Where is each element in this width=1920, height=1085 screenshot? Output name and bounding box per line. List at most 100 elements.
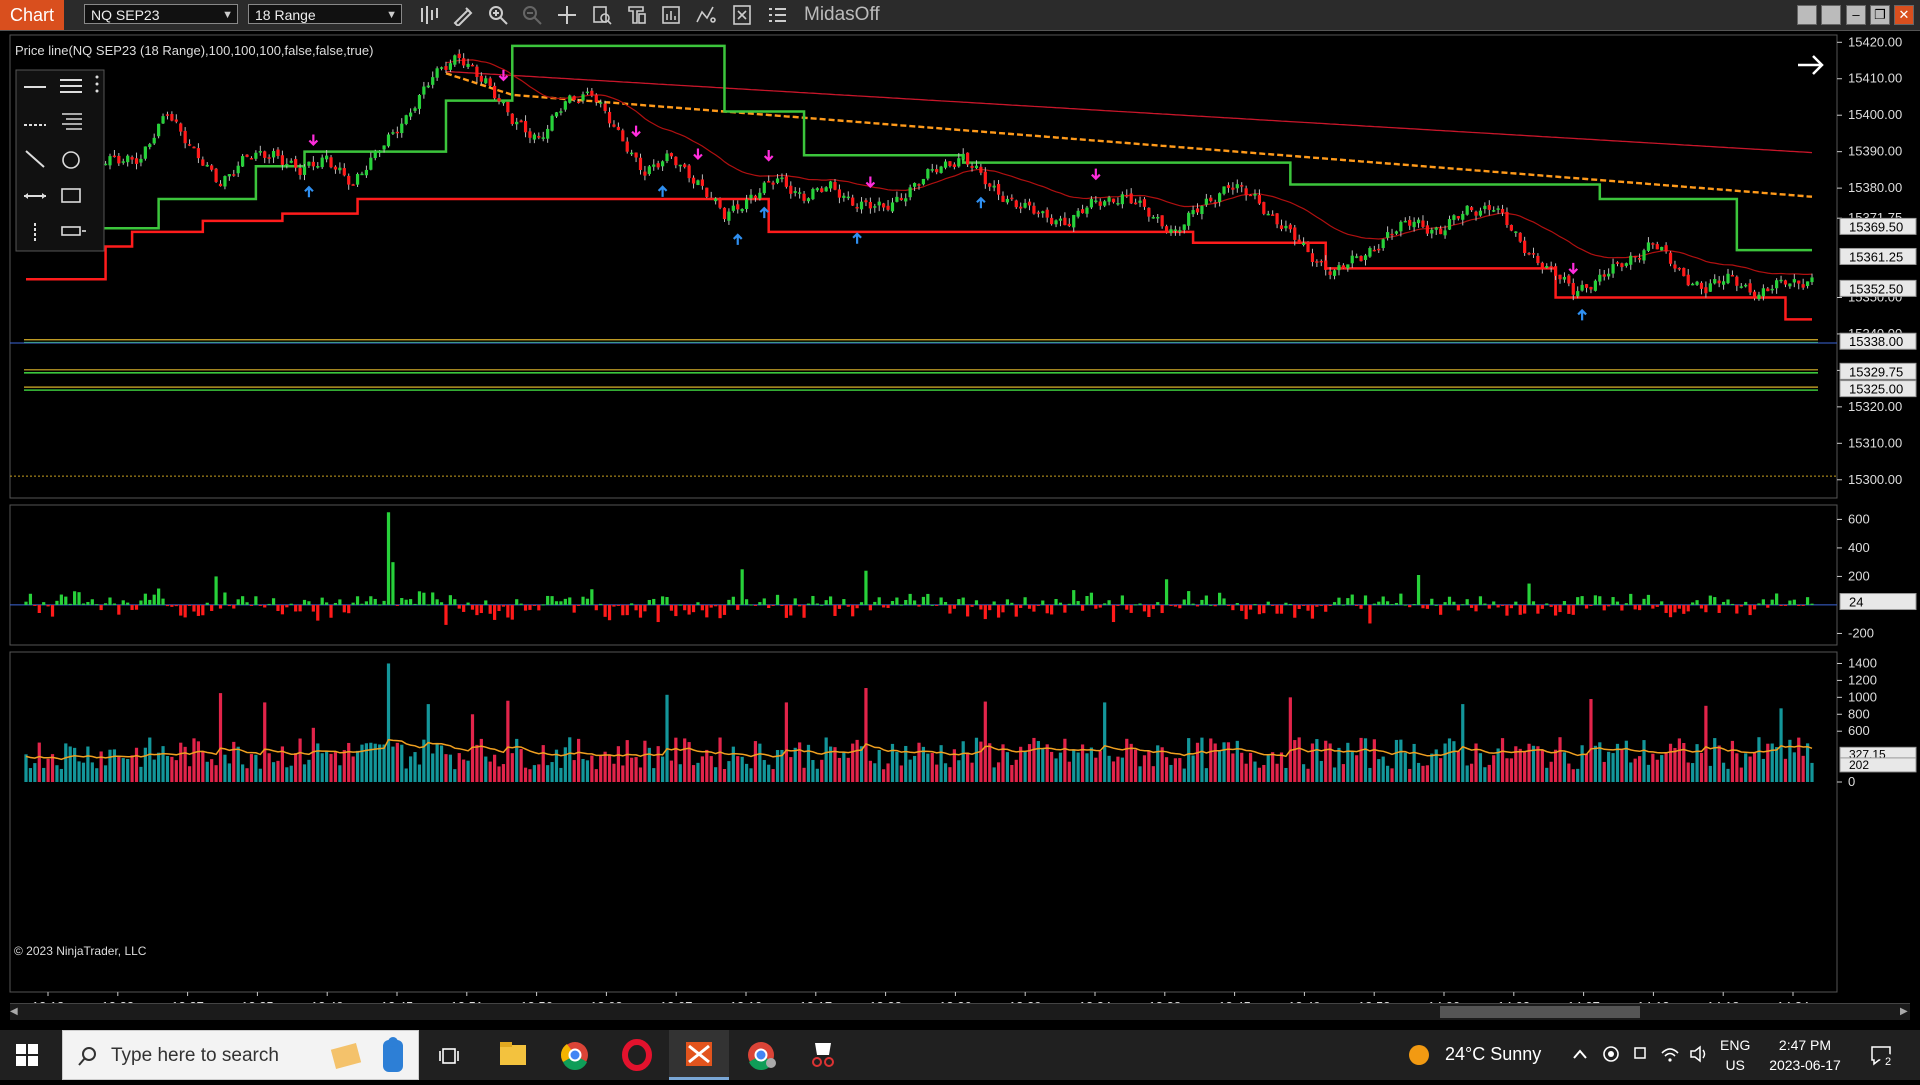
drawing-objects-icon[interactable]: [766, 4, 788, 26]
delta-bar: [1054, 598, 1058, 605]
chart-area[interactable]: 15420.00 15410.00 15400.00 15390.00 15380.00…: [0, 30, 1920, 1003]
volume-bar: [669, 760, 674, 782]
minimize-button[interactable]: –: [1846, 5, 1866, 25]
snap-right-button[interactable]: [1821, 5, 1841, 25]
instrument-selector[interactable]: NQ SEP23 ▼: [84, 4, 238, 24]
candle-body: [1465, 205, 1469, 215]
delta-bar: [409, 599, 413, 605]
volume-bar: [988, 743, 992, 782]
opera-icon[interactable]: [607, 1030, 667, 1080]
volume-bar: [263, 702, 267, 782]
zoom-out-icon[interactable]: [521, 4, 543, 26]
candle-body: [409, 112, 413, 117]
delta-bar: [1598, 596, 1602, 605]
delta-bar: [1465, 599, 1469, 605]
price-badge-label: 15325.00: [1849, 382, 1903, 397]
delta-panel[interactable]: [9, 504, 1838, 646]
delta-bar: [55, 600, 59, 605]
price-panel[interactable]: [9, 34, 1838, 499]
delta-bar: [1761, 599, 1765, 605]
price-badge-label: 15369.50: [1849, 219, 1903, 234]
draw-pencil-icon[interactable]: [452, 4, 474, 26]
candle-body: [325, 155, 329, 160]
templates-icon[interactable]: [626, 4, 648, 26]
volume-icon[interactable]: [1689, 1045, 1709, 1063]
chart-tab[interactable]: Chart: [0, 0, 64, 30]
delta-bar: [42, 602, 46, 605]
candle-body: [687, 165, 691, 179]
record-icon[interactable]: [1602, 1045, 1620, 1063]
delta-bar: [904, 599, 908, 605]
candle-body: [302, 166, 307, 175]
snipping-tool-icon[interactable]: [793, 1030, 853, 1080]
volume-bar: [1134, 749, 1138, 782]
delta-bar: [1549, 604, 1553, 607]
scroll-right-icon[interactable]: ▶: [1900, 1006, 1910, 1018]
snap-left-button[interactable]: [1797, 5, 1817, 25]
file-explorer-icon[interactable]: [483, 1030, 543, 1080]
candle-body: [431, 77, 435, 85]
candle-body: [895, 196, 899, 202]
delta-bar: [1461, 604, 1465, 606]
volume-bar: [846, 757, 850, 782]
volume-bar: [24, 754, 28, 782]
scroll-left-icon[interactable]: ◀: [10, 1006, 20, 1018]
taskbar-search-box[interactable]: Type here to search: [62, 1030, 419, 1080]
volume-bar: [656, 746, 660, 782]
language-top: ENG: [1720, 1037, 1751, 1053]
delta-bar: [1452, 601, 1456, 605]
delta-bar: [1372, 603, 1376, 605]
indicators-icon[interactable]: [695, 4, 717, 26]
ninjatrader-icon[interactable]: [669, 1030, 729, 1080]
weather-label[interactable]: 24°C Sunny: [1445, 1044, 1541, 1065]
candle-body: [727, 211, 731, 221]
display-icon[interactable]: [1632, 1045, 1650, 1063]
horizontal-scrollbar[interactable]: ◀ ▶: [10, 1003, 1910, 1020]
close-button[interactable]: ✕: [1894, 5, 1914, 25]
candle-body: [722, 207, 727, 220]
delta-bar: [492, 604, 497, 620]
more-tools-icon[interactable]: [95, 75, 99, 93]
volume-bar: [1253, 761, 1257, 782]
windows-start-icon[interactable]: [16, 1044, 38, 1066]
volume-bar: [378, 744, 382, 782]
delta-bar: [1315, 604, 1319, 607]
candle-body: [1518, 232, 1522, 242]
volume-bar: [789, 757, 793, 782]
strategies-icon[interactable]: [660, 4, 682, 26]
chrome-profile-icon[interactable]: [731, 1030, 791, 1080]
delta-bar: [784, 604, 788, 618]
volume-bar: [46, 758, 50, 782]
task-view-icon[interactable]: [438, 1045, 460, 1067]
restore-button[interactable]: ❐: [1870, 5, 1890, 25]
delta-bar: [1655, 604, 1659, 607]
drawing-tools-palette[interactable]: [15, 69, 105, 252]
period-selector[interactable]: 18 Range ▼: [248, 4, 402, 24]
properties-icon[interactable]: [731, 4, 753, 26]
candle-body: [1032, 205, 1036, 214]
zoom-in-icon[interactable]: [487, 4, 509, 26]
volume-bar: [501, 764, 506, 782]
candle-body: [563, 101, 567, 110]
delta-bar: [161, 598, 165, 605]
candle-body: [1010, 197, 1014, 200]
chevron-up-icon[interactable]: [1572, 1047, 1588, 1061]
language-indicator[interactable]: ENG US: [1720, 1035, 1750, 1075]
wifi-icon[interactable]: [1660, 1045, 1680, 1063]
scroll-thumb[interactable]: [1440, 1006, 1640, 1018]
weather-sun-icon[interactable]: [1407, 1043, 1431, 1067]
volume-bar: [1607, 751, 1611, 782]
bar-style-icon[interactable]: [418, 4, 440, 26]
volume-bar: [148, 737, 152, 782]
data-box-icon[interactable]: [591, 4, 613, 26]
volume-bar: [400, 744, 404, 782]
delta-bar: [665, 597, 669, 605]
chrome-icon[interactable]: [545, 1030, 605, 1080]
taskbar-clock[interactable]: 2:47 PM 2023-06-17: [1765, 1035, 1845, 1075]
volume-panel[interactable]: [9, 651, 1838, 993]
delta-bar: [1279, 604, 1284, 614]
delta-bar: [1377, 601, 1381, 605]
volume-bar: [311, 727, 315, 782]
crosshair-icon[interactable]: [556, 4, 578, 26]
candle-body: [148, 144, 152, 148]
